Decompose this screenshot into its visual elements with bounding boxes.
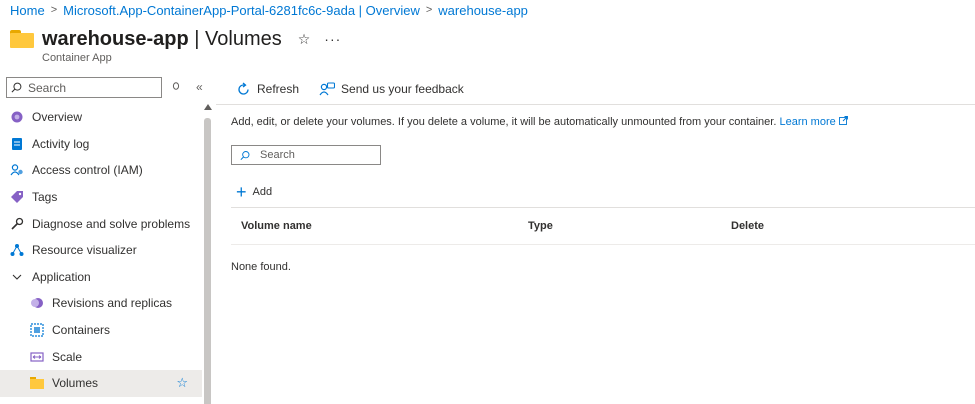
breadcrumb: Home > Microsoft.App-ContainerApp-Portal… <box>10 2 528 18</box>
sidebar-nav: Overview Activity log Access control (IA… <box>0 104 202 397</box>
sidebar-item-label: Scale <box>52 349 83 364</box>
resource-type: Container App <box>42 52 112 64</box>
wrench-icon <box>10 217 24 231</box>
sidebar-item-containers[interactable]: Containers <box>0 317 202 344</box>
search-icon <box>240 150 250 160</box>
folder-icon <box>10 30 34 48</box>
breadcrumb-app[interactable]: warehouse-app <box>438 3 528 18</box>
breadcrumb-separator-icon: > <box>50 4 58 16</box>
divider <box>216 104 975 105</box>
search-icon <box>11 82 22 93</box>
sidebar-search-input[interactable] <box>28 80 158 95</box>
favorite-star-icon[interactable]: ☆ <box>298 31 311 48</box>
feedback-icon <box>319 81 336 97</box>
description-text: Add, edit, or delete your volumes. If yo… <box>231 116 777 128</box>
containers-icon <box>30 323 44 337</box>
sidebar-item-label: Resource visualizer <box>32 243 137 258</box>
iam-icon <box>10 163 24 177</box>
collapse-sidebar-icon[interactable]: « <box>196 80 203 94</box>
sidebar-search-box[interactable] <box>6 77 162 98</box>
more-options-icon[interactable]: ··· <box>324 31 341 47</box>
page-name: | Volumes <box>194 27 282 50</box>
chevron-down-icon <box>10 270 24 284</box>
main-content: Refresh Send us your feedback Add, edit,… <box>216 72 975 404</box>
plus-icon: + <box>236 182 247 202</box>
external-link-icon <box>838 116 848 125</box>
sidebar-item-overview[interactable]: Overview <box>0 104 202 131</box>
activity-log-icon <box>10 137 24 151</box>
sidebar-item-label: Tags <box>32 190 58 205</box>
sidebar-item-access-control[interactable]: Access control (IAM) <box>0 157 202 184</box>
breadcrumb-resource-group[interactable]: Microsoft.App-ContainerApp-Portal-6281fc… <box>63 3 420 18</box>
volume-search-input[interactable] <box>260 149 380 161</box>
breadcrumb-home[interactable]: Home <box>10 3 45 18</box>
column-header-delete[interactable]: Delete <box>731 220 764 232</box>
overview-icon <box>10 110 24 124</box>
sidebar-item-label: Diagnose and solve problems <box>32 216 191 231</box>
breadcrumb-separator-icon: > <box>425 4 433 16</box>
favorite-star-icon[interactable]: ☆ <box>176 375 188 391</box>
sidebar-item-scale[interactable]: Scale <box>0 343 202 370</box>
column-header-type[interactable]: Type <box>528 220 553 232</box>
learn-more-link[interactable]: Learn more <box>779 116 848 128</box>
sidebar-item-volumes[interactable]: Volumes ☆ <box>0 369 202 397</box>
volume-search-box[interactable] <box>231 145 381 165</box>
scroll-up-icon[interactable] <box>204 104 212 110</box>
table-header: Volume name Type Delete <box>231 208 975 244</box>
scrollbar-thumb[interactable] <box>204 118 211 404</box>
sidebar-settings-icon[interactable] <box>172 80 180 94</box>
sidebar-item-label: Revisions and replicas <box>52 296 173 311</box>
scale-icon <box>30 350 44 364</box>
feedback-label: Send us your feedback <box>341 82 464 96</box>
add-label: Add <box>252 186 273 198</box>
feedback-button[interactable]: Send us your feedback <box>319 81 464 97</box>
visualizer-icon <box>10 243 24 257</box>
refresh-label: Refresh <box>257 82 300 96</box>
sidebar-item-activity-log[interactable]: Activity log <box>0 131 202 158</box>
sidebar: « Overview Activity log Access control (… <box>0 72 212 404</box>
folder-icon <box>30 376 44 390</box>
sidebar-item-diagnose[interactable]: Diagnose and solve problems <box>0 210 202 237</box>
page-header: warehouse-app | Volumes ☆ ··· <box>10 26 341 52</box>
sidebar-item-label: Access control (IAM) <box>32 163 143 178</box>
sidebar-item-revisions[interactable]: Revisions and replicas <box>0 290 202 317</box>
tag-icon <box>10 190 24 204</box>
sidebar-item-label: Containers <box>52 323 111 338</box>
revisions-icon <box>30 296 44 310</box>
sidebar-item-tags[interactable]: Tags <box>0 184 202 211</box>
sidebar-group-application[interactable]: Application <box>0 264 202 291</box>
command-bar: Refresh Send us your feedback <box>216 78 464 100</box>
sidebar-item-label: Application <box>32 269 91 284</box>
refresh-icon <box>236 82 251 97</box>
column-header-volume-name[interactable]: Volume name <box>241 220 312 232</box>
page-title: warehouse-app | Volumes <box>42 28 282 51</box>
sidebar-item-label: Volumes <box>52 376 99 391</box>
refresh-button[interactable]: Refresh <box>236 82 299 97</box>
add-volume-button[interactable]: + Add <box>236 182 273 202</box>
resource-name: warehouse-app <box>42 27 189 50</box>
empty-state-text: None found. <box>231 261 291 273</box>
sidebar-scrollbar[interactable] <box>204 104 212 404</box>
sidebar-item-resource-visualizer[interactable]: Resource visualizer <box>0 237 202 264</box>
sidebar-item-label: Overview <box>32 110 83 125</box>
sidebar-item-label: Activity log <box>32 136 90 151</box>
divider <box>231 244 975 245</box>
description: Add, edit, or delete your volumes. If yo… <box>231 116 848 128</box>
